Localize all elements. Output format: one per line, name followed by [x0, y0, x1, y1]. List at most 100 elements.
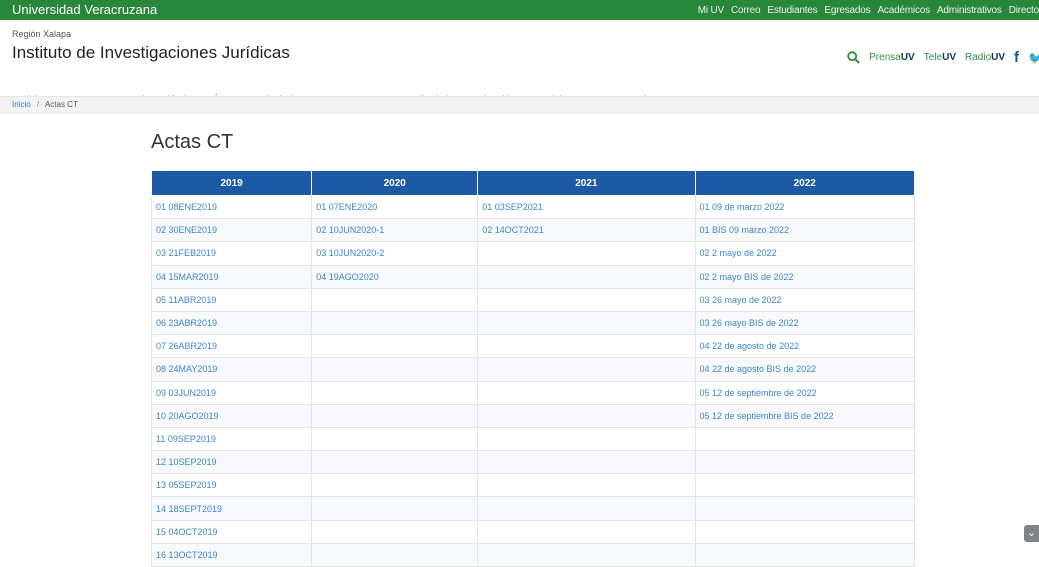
prensa-uv-link[interactable]: PrensaUV [869, 52, 915, 63]
top-link-academicos[interactable]: Académicos [877, 5, 930, 16]
acta-link[interactable]: 14 18SEPT2019 [156, 504, 222, 514]
university-brand[interactable]: Universidad Veracruzana [12, 2, 157, 17]
tele-uv-link[interactable]: TeleUV [924, 52, 956, 63]
table-cell [311, 287, 479, 312]
table-cell [694, 542, 915, 567]
acta-link[interactable]: 02 14OCT2021 [482, 225, 544, 235]
scroll-down-button[interactable]: ⌄ [1024, 525, 1039, 542]
table-cell: 05 12 de septiembre de 2022 [694, 380, 915, 405]
radio-uv-mark: UV [991, 52, 1006, 63]
top-link-egresados[interactable]: Egresados [824, 5, 870, 16]
acta-link[interactable]: 08 24MAY2019 [156, 364, 217, 374]
table-cell [477, 473, 696, 498]
acta-link[interactable]: 12 10SEP2019 [156, 457, 217, 467]
table-cell [694, 496, 915, 521]
acta-link[interactable]: 15 04OCT2019 [156, 527, 218, 537]
table-cell [694, 473, 915, 498]
table-cell [477, 310, 696, 336]
acta-link[interactable]: 02 2 mayo de 2022 [700, 248, 777, 258]
table-cell: 15 04OCT2019 [150, 519, 313, 544]
table-cell [477, 519, 696, 544]
acta-link[interactable]: 09 03JUN2019 [156, 388, 216, 398]
acta-link[interactable]: 04 19AGO2020 [316, 272, 379, 282]
table-cell [311, 357, 479, 382]
breadcrumb: Inicio / Actas CT [0, 96, 1039, 114]
acta-link[interactable]: 02 10JUN2020-1 [316, 225, 384, 235]
acta-link[interactable]: 02 2 mayo BIS de 2022 [700, 272, 794, 282]
breadcrumb-home[interactable]: Inicio [12, 100, 31, 109]
table-cell [477, 264, 696, 289]
tele-uv-mark: UV [942, 52, 956, 63]
column-header-2020: 2020 [311, 170, 479, 196]
breadcrumb-current: Actas CT [44, 100, 78, 109]
acta-link[interactable]: 04 22 de agosto BIS de 2022 [700, 364, 817, 374]
acta-link[interactable]: 01 03SEP2021 [482, 202, 543, 212]
media-links: PrensaUV TeleUV RadioUV f 🐦 [847, 49, 1039, 66]
table-cell: 02 30ENE2019 [150, 218, 313, 243]
table-cell [311, 473, 479, 498]
tele-label: Tele [923, 52, 943, 63]
table-cell [477, 496, 696, 521]
table-row: 16 13OCT2019 [150, 542, 915, 567]
table-body: 01 08ENE2019 01 07ENE2020 01 03SEP2021 01 0… [150, 194, 915, 567]
acta-link[interactable]: 01 08ENE2019 [156, 202, 217, 212]
search-icon[interactable] [847, 51, 860, 64]
top-link-directorio[interactable]: Directo [1009, 5, 1039, 16]
table-row: 10 20AGO2019 05 12 de septiembre BIS de 2… [150, 403, 915, 428]
table-cell: 01 BIS 09 marzo 2022 [694, 218, 915, 243]
top-link-mi-uv[interactable]: Mi UV [698, 5, 724, 16]
acta-link[interactable]: 03 26 mayo de 2022 [700, 295, 782, 305]
table-cell [477, 542, 696, 567]
table-row: 01 08ENE2019 01 07ENE2020 01 03SEP2021 01 0… [150, 194, 915, 220]
acta-link[interactable]: 02 30ENE2019 [156, 225, 217, 235]
twitter-icon[interactable]: 🐦 [1028, 51, 1039, 65]
acta-link[interactable]: 03 10JUN2020-2 [316, 248, 384, 258]
table-cell: 13 05SEP2019 [150, 473, 313, 498]
table-cell: 04 19AGO2020 [311, 264, 479, 289]
table-row: 14 18SEPT2019 [150, 496, 915, 521]
breadcrumb-trail: Inicio / Actas CT [12, 100, 78, 109]
table-cell [311, 310, 479, 336]
table-cell [311, 496, 479, 521]
radio-uv-link[interactable]: RadioUV [965, 52, 1005, 63]
region-label: Región Xalapa [12, 29, 72, 39]
acta-link[interactable]: 05 12 de septiembre BIS de 2022 [700, 411, 834, 421]
acta-link[interactable]: 06 23ABR2019 [156, 318, 217, 328]
acta-link[interactable]: 01 09 de marzo 2022 [700, 202, 785, 212]
breadcrumb-separator: / [36, 100, 40, 109]
table-cell: 02 2 mayo BIS de 2022 [694, 264, 915, 289]
table-cell [311, 542, 479, 567]
acta-link[interactable]: 10 20AGO2019 [156, 411, 219, 421]
table-cell [477, 334, 696, 359]
acta-link[interactable]: 07 26ABR2019 [156, 341, 217, 351]
acta-link[interactable]: 01 07ENE2020 [316, 202, 377, 212]
acta-link[interactable]: 03 21FEB2019 [156, 248, 216, 258]
acta-link[interactable]: 01 BIS 09 marzo 2022 [700, 225, 790, 235]
table-cell: 04 15MAR2019 [150, 264, 313, 289]
top-link-administrativos[interactable]: Administrativos [937, 5, 1002, 16]
acta-link[interactable]: 11 09SEP2019 [156, 434, 216, 444]
facebook-icon[interactable]: f [1014, 49, 1019, 66]
acta-link[interactable]: 04 22 de agosto de 2022 [700, 341, 800, 351]
institute-title[interactable]: Instituto de Investigaciones Jurídicas [12, 43, 290, 63]
acta-link[interactable]: 13 05SEP2019 [156, 480, 217, 490]
acta-link[interactable]: 04 15MAR2019 [156, 272, 219, 282]
table-cell [694, 426, 915, 452]
table-row: 06 23ABR2019 03 26 mayo BIS de 2022 [150, 310, 915, 336]
top-link-estudiantes[interactable]: Estudiantes [767, 5, 817, 16]
acta-link[interactable]: 05 11ABR2019 [156, 295, 216, 305]
table-cell [694, 450, 915, 475]
top-link-correo[interactable]: Correo [731, 5, 761, 16]
table-cell: 03 26 mayo de 2022 [694, 287, 915, 312]
acta-link[interactable]: 16 13OCT2019 [156, 550, 218, 560]
acta-link[interactable]: 03 26 mayo BIS de 2022 [700, 318, 799, 328]
table-cell: 03 21FEB2019 [150, 241, 313, 266]
table-cell [477, 241, 696, 266]
table-row: 13 05SEP2019 [150, 473, 915, 498]
table-cell: 04 22 de agosto de 2022 [694, 334, 915, 359]
table-cell: 01 03SEP2021 [477, 194, 696, 220]
acta-link[interactable]: 05 12 de septiembre de 2022 [700, 388, 817, 398]
site-header: Región Xalapa Instituto de Investigacion… [0, 20, 1039, 106]
table-cell: 01 07ENE2020 [311, 194, 479, 220]
table-cell: 05 12 de septiembre BIS de 2022 [694, 403, 915, 428]
